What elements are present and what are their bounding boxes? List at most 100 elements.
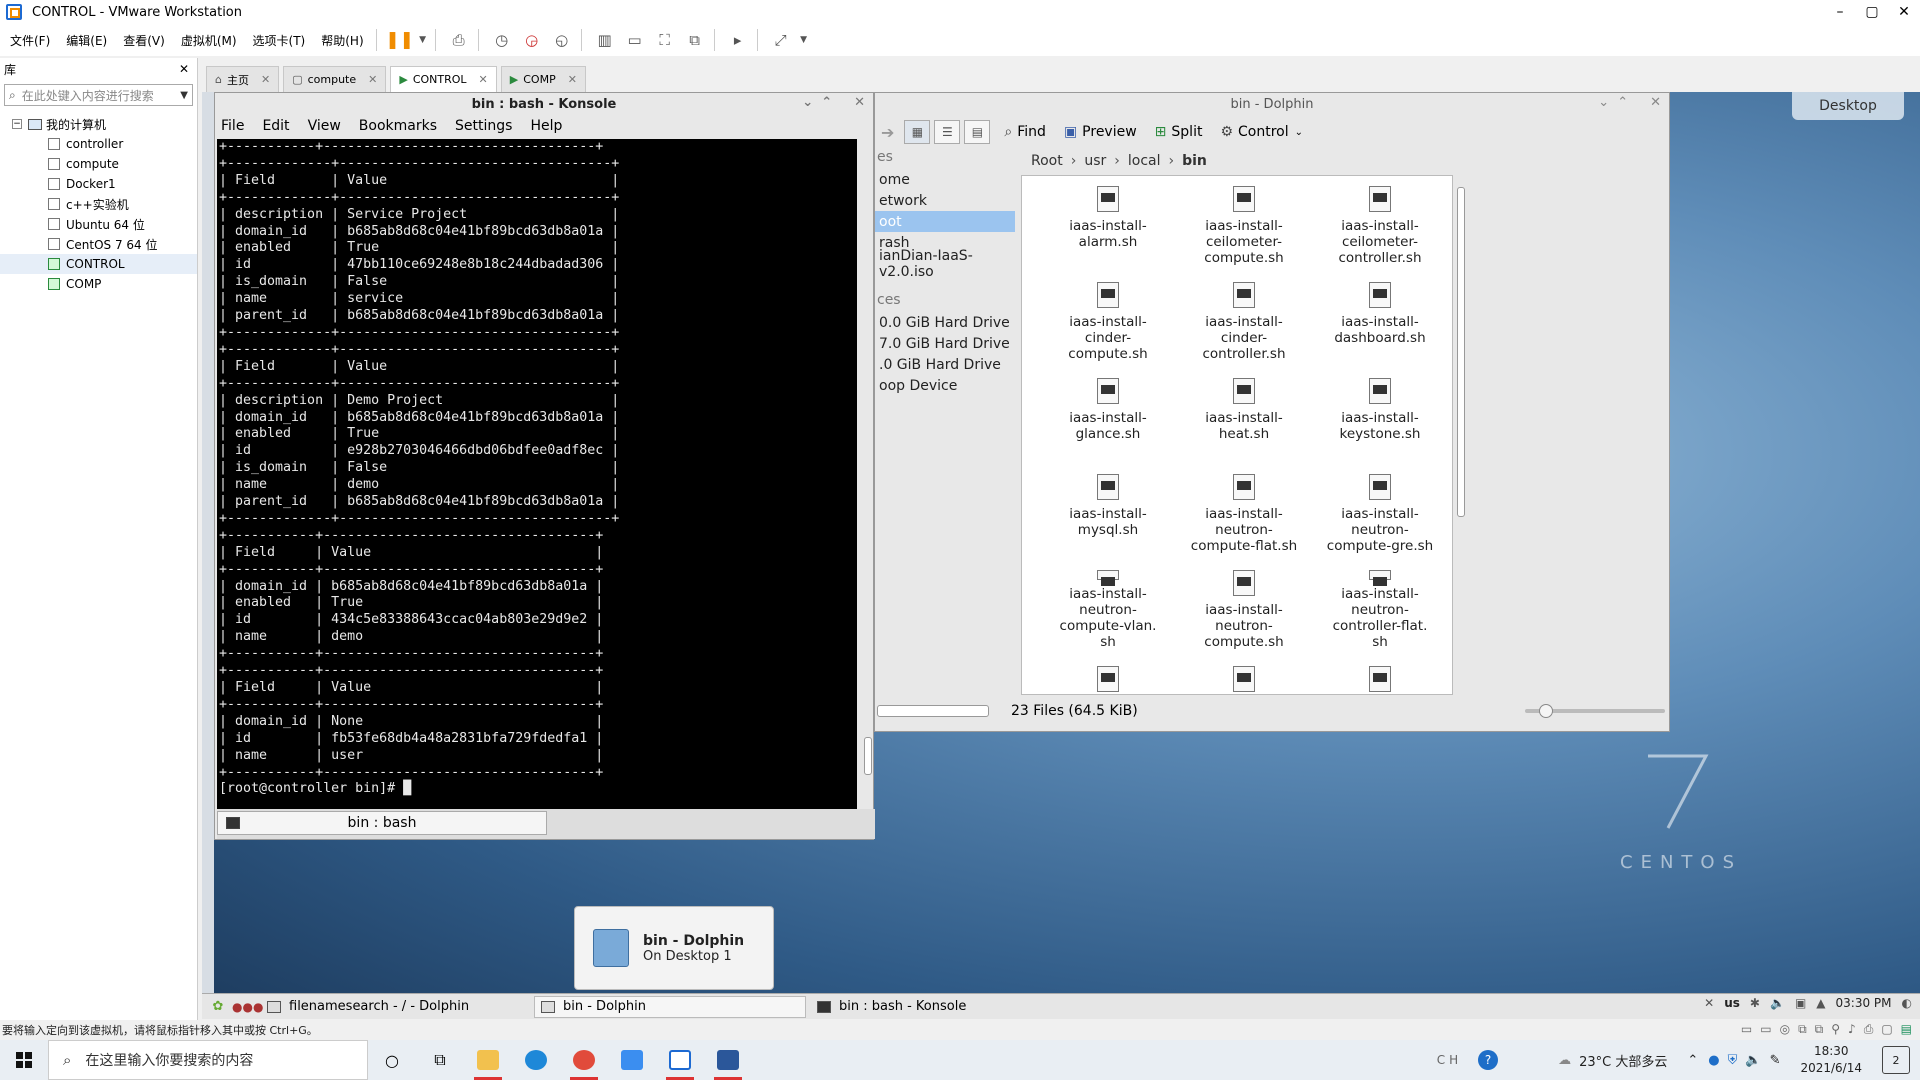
minimize-icon[interactable]: ⌄ xyxy=(802,95,813,110)
menu-tabs[interactable]: 选项卡(T) xyxy=(247,32,312,49)
display-icon[interactable]: ▢ xyxy=(1881,1022,1892,1037)
places-item-network[interactable]: etwork xyxy=(875,190,1015,211)
hdd-icon[interactable]: ▭ xyxy=(1741,1022,1752,1037)
tab-home[interactable]: ⌂ 主页 ✕ xyxy=(206,66,280,92)
file-item[interactable]: iaas-install- alarm.sh xyxy=(1040,186,1176,266)
close-icon[interactable]: ✕ xyxy=(1888,0,1920,24)
dropdown-arrow-icon[interactable]: ▼ xyxy=(798,28,810,52)
vm-item-ubuntu[interactable]: Ubuntu 64 位 xyxy=(0,214,197,234)
guest-task-filenamesearch[interactable]: filenamesearch - / - Dolphin xyxy=(260,996,530,1018)
pen-icon[interactable]: ✎ xyxy=(1770,1053,1781,1068)
clipboard-icon[interactable]: ▣ xyxy=(1795,996,1806,1010)
breadcrumb-root[interactable]: Root xyxy=(1031,153,1063,169)
vm-item-cpp[interactable]: c++实验机 xyxy=(0,194,197,214)
send-ctrl-alt-del-icon[interactable]: ⎙ xyxy=(446,28,472,52)
device-item[interactable]: 0.0 GiB Hard Drive xyxy=(875,312,1015,333)
konsole-menu-settings[interactable]: Settings xyxy=(455,118,512,134)
breadcrumb-usr[interactable]: usr xyxy=(1084,153,1106,169)
close-icon[interactable]: ✕ xyxy=(261,73,270,86)
ime-indicator[interactable]: CH xyxy=(1437,1053,1462,1067)
notification-center-icon[interactable]: 2 xyxy=(1882,1046,1910,1074)
close-icon[interactable]: ✕ xyxy=(1650,95,1661,110)
close-icon[interactable]: ✕ xyxy=(479,73,488,86)
device-item[interactable]: 7.0 GiB Hard Drive xyxy=(875,333,1015,354)
chevron-down-icon[interactable]: ▼ xyxy=(180,90,188,101)
zoom-slider[interactable] xyxy=(1525,704,1665,718)
dolphin-titlebar[interactable]: bin - Dolphin ⌄ ⌃ ✕ xyxy=(875,93,1669,115)
desktop-button[interactable]: Desktop xyxy=(1792,92,1904,120)
guest-task-konsole[interactable]: bin : bash - Konsole xyxy=(810,996,1082,1018)
file-item[interactable]: iaas-install- ceilometer- controller.sh xyxy=(1312,186,1448,266)
help-icon[interactable]: ? xyxy=(1478,1050,1499,1070)
konsole-menu-bookmarks[interactable]: Bookmarks xyxy=(359,118,437,134)
network-adapter-icon[interactable]: ⧉ xyxy=(1815,1022,1824,1037)
word-icon[interactable] xyxy=(704,1040,752,1080)
chrome-icon[interactable] xyxy=(560,1040,608,1080)
network-icon[interactable]: ✕ xyxy=(1704,996,1714,1010)
tray-app-icon[interactable]: ● xyxy=(1708,1053,1719,1068)
maximize-icon[interactable]: ⌃ xyxy=(1617,95,1628,110)
vm-item-control[interactable]: CONTROL xyxy=(0,254,197,274)
columns-view-icon[interactable]: ▤ xyxy=(964,120,991,144)
minimize-icon[interactable]: – xyxy=(1824,0,1856,24)
konsole-window[interactable]: bin : bash - Konsole ⌄ ⌃ ✕ File Edit Vie… xyxy=(214,92,875,840)
kde-menu-icon[interactable]: ✿ xyxy=(204,997,232,1017)
konsole-tab[interactable]: bin : bash xyxy=(217,811,547,835)
places-item-home[interactable]: ome xyxy=(875,169,1015,190)
menu-help[interactable]: 帮助(H) xyxy=(315,32,369,49)
menu-vm[interactable]: 虚拟机(M) xyxy=(175,32,243,49)
file-item[interactable]: iaas-install- heat.sh xyxy=(1176,378,1312,458)
breadcrumb-bin[interactable]: bin xyxy=(1182,153,1207,169)
cortana-icon[interactable]: ○ xyxy=(368,1040,416,1080)
vm-item-docker1[interactable]: Docker1 xyxy=(0,174,197,194)
vm-item-comp[interactable]: COMP xyxy=(0,274,197,294)
console-icon[interactable]: ▸ xyxy=(725,28,751,52)
details-view-icon[interactable]: ☰ xyxy=(934,120,961,144)
tab-comp[interactable]: ▶ COMP ✕ xyxy=(500,66,586,92)
close-icon[interactable]: ✕ xyxy=(368,73,377,86)
vmware-icon[interactable] xyxy=(656,1040,704,1080)
file-view[interactable]: iaas-install- alarm.sh iaas-install- ceil… xyxy=(1021,175,1453,695)
windows-start-button[interactable] xyxy=(0,1040,48,1080)
maximize-icon[interactable]: ⌃ xyxy=(821,95,832,110)
device-item[interactable]: .0 GiB Hard Drive xyxy=(875,354,1015,375)
find-button[interactable]: ⌕ Find xyxy=(1004,124,1046,140)
icons-view-icon[interactable]: ▦ xyxy=(904,120,931,144)
file-explorer-icon[interactable] xyxy=(464,1040,512,1080)
printer-icon[interactable]: ⎙ xyxy=(1864,1022,1874,1037)
places-item-iso[interactable]: ianDian-IaaS-v2.0.iso xyxy=(875,248,1015,280)
file-item[interactable]: iaas-install- cinder- compute.sh xyxy=(1040,282,1176,362)
file-item[interactable]: iaas-install- neutron- compute-flat.sh xyxy=(1176,474,1312,554)
maximize-icon[interactable]: ▢ xyxy=(1856,0,1888,24)
edge-icon[interactable] xyxy=(512,1040,560,1080)
tab-control[interactable]: ▶ CONTROL ✕ xyxy=(390,66,497,92)
bluetooth-icon[interactable]: ✱ xyxy=(1750,996,1760,1010)
preview-button[interactable]: ▣ Preview xyxy=(1064,124,1137,140)
library-view-icon[interactable]: ▥ xyxy=(592,28,618,52)
taskbar-clock[interactable]: 18:30 2021/6/14 xyxy=(1800,1043,1862,1077)
thumbnail-view-icon[interactable]: ▭ xyxy=(622,28,648,52)
tray-chevron-icon[interactable]: ⌃ xyxy=(1687,1053,1698,1068)
file-item[interactable]: iaas-install- dashboard.sh xyxy=(1312,282,1448,362)
places-hscrollbar[interactable] xyxy=(877,705,989,717)
menu-edit[interactable]: 编辑(E) xyxy=(60,32,113,49)
dolphin-window[interactable]: bin - Dolphin ⌄ ⌃ ✕ ➔ ▦ ☰ ▤ ⌕ Find ▣ Previ… xyxy=(874,92,1670,732)
panel-settings-icon[interactable]: ◐ xyxy=(1902,996,1912,1010)
konsole-menu-edit[interactable]: Edit xyxy=(262,118,289,134)
network-adapter-icon[interactable]: ⧉ xyxy=(1798,1022,1807,1037)
revert-snapshot-icon[interactable]: ◶ xyxy=(519,28,545,52)
file-view-scrollbar[interactable] xyxy=(1455,175,1467,695)
hdd-icon[interactable]: ▭ xyxy=(1760,1022,1771,1037)
cdrom-icon[interactable]: ◎ xyxy=(1780,1022,1790,1037)
split-button[interactable]: ⊞ Split xyxy=(1155,124,1203,140)
usb-icon[interactable]: ⚲ xyxy=(1831,1022,1840,1037)
close-icon[interactable]: ✕ xyxy=(568,73,577,86)
places-item-root[interactable]: oot xyxy=(875,211,1015,232)
konsole-titlebar[interactable]: bin : bash - Konsole ⌄ ⌃ ✕ xyxy=(215,93,873,115)
activity-icon[interactable]: ●●● xyxy=(232,1000,263,1014)
vm-item-centos[interactable]: CentOS 7 64 位 xyxy=(0,234,197,254)
fullscreen-icon[interactable]: ⛶ xyxy=(652,28,678,52)
vm-item-compute[interactable]: compute xyxy=(0,154,197,174)
terminal-output[interactable]: +-----------+---------------------------… xyxy=(217,139,857,809)
file-item[interactable]: iaas-install- mysql.sh xyxy=(1040,474,1176,554)
